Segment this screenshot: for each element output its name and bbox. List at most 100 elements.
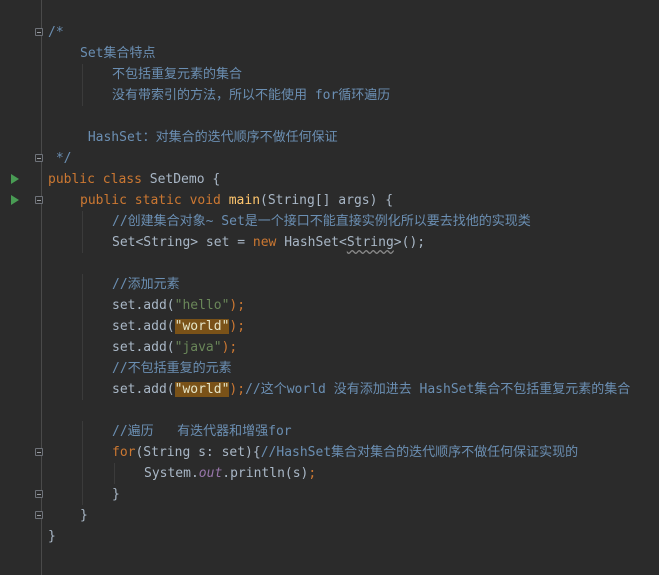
code-line[interactable]: //创建集合对象~ Set是一个接口不能直接实例化所以要去找他的实现类 xyxy=(0,211,659,232)
code-token: //创建集合对象~ Set是一个接口不能直接实例化所以要去找他的实现类 xyxy=(112,214,531,229)
code-text: } xyxy=(48,526,56,547)
code-token: ; xyxy=(308,466,317,481)
code-token: set.add( xyxy=(112,319,175,334)
code-token: "java" xyxy=(174,340,222,355)
code-token: (String s: set){ xyxy=(135,445,261,460)
fold-icon[interactable] xyxy=(35,154,43,162)
code-token: } xyxy=(80,508,88,523)
code-text: 不包括重复元素的集合 xyxy=(112,64,242,85)
code-token: ); xyxy=(229,319,246,334)
code-line[interactable] xyxy=(0,253,659,274)
run-gutter-icon[interactable] xyxy=(11,174,19,184)
code-line[interactable]: } xyxy=(0,484,659,505)
code-token: set.add( xyxy=(112,382,175,397)
code-text: set.add("world"); xyxy=(112,316,245,337)
code-token: "hello" xyxy=(174,298,230,313)
code-text: set.add("java"); xyxy=(112,337,237,358)
code-line[interactable]: */ xyxy=(0,148,659,169)
code-token: HashSet：对集合的迭代顺序不做任何保证 xyxy=(80,130,338,145)
code-token: new xyxy=(252,235,285,250)
code-token: set.add( xyxy=(112,340,175,355)
code-line[interactable]: System.out.println(s); xyxy=(0,463,659,484)
code-token: //不包括重复的元素 xyxy=(112,361,232,376)
code-token: "world" xyxy=(174,382,230,397)
code-text: } xyxy=(80,505,88,526)
code-token: } xyxy=(112,487,120,502)
code-token: */ xyxy=(48,151,72,166)
indent-guide xyxy=(82,442,83,463)
indent-guide xyxy=(82,232,83,253)
code-line[interactable]: /* xyxy=(0,22,659,43)
code-token: /* xyxy=(48,25,64,40)
fold-icon[interactable] xyxy=(35,28,43,36)
code-line[interactable]: for(String s: set){//HashSet集合对集合的迭代顺序不做… xyxy=(0,442,659,463)
code-text: System.out.println(s); xyxy=(144,463,316,484)
code-line[interactable] xyxy=(0,400,659,421)
code-line[interactable]: set.add("world"); xyxy=(0,316,659,337)
indent-guide xyxy=(82,295,83,316)
code-line[interactable]: set.add("hello"); xyxy=(0,295,659,316)
code-token: >(); xyxy=(393,235,426,250)
code-line[interactable]: 没有带索引的方法，所以不能使用 for循环遍历 xyxy=(0,85,659,106)
code-line[interactable]: Set<String> set = new HashSet<String>(); xyxy=(0,232,659,253)
code-token: 没有带索引的方法，所以不能使用 for循环遍历 xyxy=(112,88,391,103)
code-line[interactable]: } xyxy=(0,526,659,547)
code-text: Set<String> set = new HashSet<String>(); xyxy=(112,232,425,253)
code-token: String xyxy=(346,235,394,250)
code-token: //这个world 没有添加进去 HashSet集合不包括重复元素的集合 xyxy=(245,382,631,397)
code-token: (String[] args) { xyxy=(260,193,394,208)
code-text: HashSet：对集合的迭代顺序不做任何保证 xyxy=(80,127,338,148)
code-line[interactable]: Set集合特点 xyxy=(0,43,659,64)
code-token: public static void xyxy=(80,193,229,208)
indent-guide xyxy=(82,484,83,505)
code-line[interactable]: public static void main(String[] args) { xyxy=(0,190,659,211)
code-line[interactable]: //添加元素 xyxy=(0,274,659,295)
code-line[interactable]: set.add("world");//这个world 没有添加进去 HashSe… xyxy=(0,379,659,400)
code-token: } xyxy=(48,529,56,544)
code-line[interactable]: set.add("java"); xyxy=(0,337,659,358)
code-line[interactable]: //遍历 有迭代器和增强for xyxy=(0,421,659,442)
code-token: out xyxy=(198,466,223,481)
indent-guide xyxy=(114,463,115,484)
code-text: public static void main(String[] args) { xyxy=(80,190,393,211)
indent-guide xyxy=(82,358,83,379)
code-text: //添加元素 xyxy=(112,274,180,295)
code-line[interactable]: //不包括重复的元素 xyxy=(0,358,659,379)
indent-guide xyxy=(82,379,83,400)
code-line[interactable]: public class SetDemo { xyxy=(0,169,659,190)
code-text: 没有带索引的方法，所以不能使用 for循环遍历 xyxy=(112,85,390,106)
code-token: ); xyxy=(221,340,238,355)
indent-guide xyxy=(82,316,83,337)
indent-guide xyxy=(82,211,83,232)
code-token: //添加元素 xyxy=(112,277,180,292)
code-token: ); xyxy=(229,298,246,313)
code-text: for(String s: set){//HashSet集合对集合的迭代顺序不做… xyxy=(112,442,578,463)
code-line[interactable]: HashSet：对集合的迭代顺序不做任何保证 xyxy=(0,127,659,148)
fold-icon[interactable] xyxy=(35,196,43,204)
code-line[interactable]: 不包括重复元素的集合 xyxy=(0,64,659,85)
code-text: set.add("hello"); xyxy=(112,295,245,316)
indent-guide xyxy=(82,421,83,442)
code-editor[interactable]: /* Set集合特点不包括重复元素的集合没有带索引的方法，所以不能使用 for循环… xyxy=(0,22,659,547)
code-token: "world" xyxy=(174,319,230,334)
indent-guide xyxy=(82,85,83,106)
code-text: //遍历 有迭代器和增强for xyxy=(112,421,292,442)
code-token: Set集合特点 xyxy=(80,46,156,61)
code-token: SetDemo { xyxy=(149,172,221,187)
fold-icon[interactable] xyxy=(35,448,43,456)
code-text: } xyxy=(112,484,120,505)
code-line[interactable] xyxy=(0,106,659,127)
code-token: //遍历 有迭代器和增强for xyxy=(112,424,292,439)
code-text: //创建集合对象~ Set是一个接口不能直接实例化所以要去找他的实现类 xyxy=(112,211,531,232)
code-token: 不包括重复元素的集合 xyxy=(112,67,243,82)
run-gutter-icon[interactable] xyxy=(11,195,19,205)
fold-icon[interactable] xyxy=(35,490,43,498)
code-token: public class xyxy=(48,172,150,187)
code-token: for xyxy=(112,445,136,460)
code-line[interactable]: } xyxy=(0,505,659,526)
code-token: .println(s) xyxy=(222,466,309,481)
code-token: Set<String> set = xyxy=(112,235,253,250)
code-token: main xyxy=(228,193,261,208)
indent-guide xyxy=(82,337,83,358)
fold-icon[interactable] xyxy=(35,511,43,519)
